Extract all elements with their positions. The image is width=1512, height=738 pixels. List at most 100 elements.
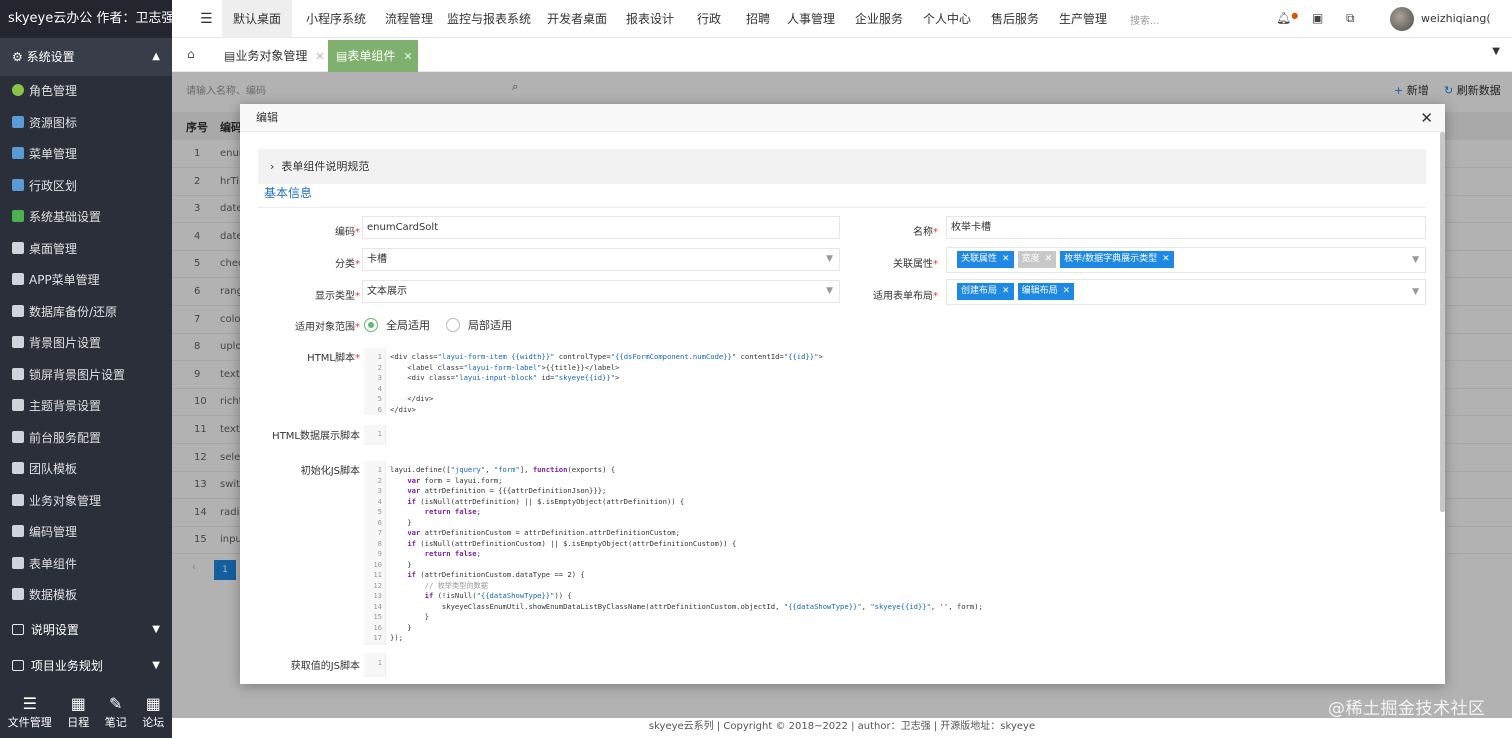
sidebar-item[interactable]: 系统基础设置 bbox=[0, 202, 172, 234]
sidebar-item[interactable]: 锁屏背景图片设置 bbox=[0, 360, 172, 392]
picture-icon[interactable]: ▣ bbox=[1312, 11, 1323, 25]
sidebar-item[interactable]: 资源图标 bbox=[0, 108, 172, 140]
close-icon[interactable]: ✕ bbox=[315, 50, 324, 63]
top-nav-item[interactable]: 人事管理 bbox=[780, 0, 842, 38]
related-attrs-multiselect[interactable]: 关联属性 ✕ 宽度 ✕ 枚举/数据字典展示类型 ✕ ▼ bbox=[946, 247, 1426, 273]
top-nav-item[interactable]: 行政 bbox=[688, 0, 730, 38]
lock-icon[interactable]: ⧉ bbox=[1346, 11, 1355, 26]
footer: skyeye云系列 | Copyright © 2018~2022 | auth… bbox=[172, 718, 1512, 738]
top-nav-item[interactable]: 企业服务 bbox=[848, 0, 910, 38]
menu-item-icon bbox=[12, 84, 24, 96]
layouts-multiselect[interactable]: 创建布局 ✕ 编辑布局 ✕ ▼ bbox=[946, 279, 1426, 305]
display-type-select[interactable]: 文本展示 ▼ bbox=[362, 280, 840, 303]
label-text: 分类 bbox=[335, 259, 355, 270]
top-nav-item[interactable]: 小程序系统 bbox=[296, 0, 376, 38]
forum-button[interactable]: ▦ 论坛 bbox=[142, 694, 164, 738]
sidebar-item[interactable]: 编码管理 bbox=[0, 517, 172, 549]
remove-chip-icon[interactable]: ✕ bbox=[1002, 254, 1010, 264]
sidebar-item[interactable]: 团队模板 bbox=[0, 454, 172, 486]
chevron-right-icon: › bbox=[270, 160, 275, 173]
watermark: @稀土掘金技术社区 bbox=[1328, 699, 1486, 719]
get-value-js-editor[interactable]: 1 bbox=[364, 653, 1426, 677]
line-number: 2 bbox=[377, 475, 382, 485]
top-nav-item[interactable]: 开发者桌面 bbox=[542, 0, 612, 38]
top-search-input[interactable]: 搜索... bbox=[1130, 12, 1160, 27]
code-line: <label class="layui-form-label">{{title}… bbox=[390, 362, 620, 372]
html-data-script-editor[interactable]: 1 bbox=[364, 425, 1426, 445]
top-nav-item[interactable]: 报表设计 bbox=[620, 0, 680, 38]
code-line: if (isNull(attrDefinition) || $.isEmptyO… bbox=[407, 496, 685, 506]
line-number: 16 bbox=[373, 622, 382, 632]
line-number: 1 bbox=[377, 352, 382, 361]
chip-label: 宽度 bbox=[1021, 254, 1040, 264]
collapse-title: 表单组件说明规范 bbox=[281, 160, 370, 173]
line-number: 1 bbox=[377, 465, 382, 474]
tab-business-object[interactable]: ▤业务对象管理 ✕ bbox=[216, 40, 328, 72]
sidebar-item[interactable]: 数据库备份/还原 bbox=[0, 297, 172, 329]
sidebar-item[interactable]: 前台服务配置 bbox=[0, 423, 172, 455]
notes-button[interactable]: ✎ 笔记 bbox=[105, 694, 127, 738]
menu-toggle-icon[interactable]: ☰ bbox=[200, 11, 213, 27]
collapse-panel-spec[interactable]: › 表单组件说明规范 bbox=[258, 149, 1426, 184]
scrollbar[interactable] bbox=[1440, 132, 1445, 512]
sidebar-item[interactable]: 行政区划 bbox=[0, 171, 172, 203]
top-nav-item[interactable]: 默认桌面 bbox=[222, 0, 292, 38]
top-nav-item[interactable]: 招聘 bbox=[734, 0, 782, 38]
label-display-type: 显示类型* bbox=[315, 291, 360, 302]
monitor-icon bbox=[12, 623, 24, 635]
sidebar-item-label: 锁屏背景图片设置 bbox=[29, 367, 126, 382]
close-icon[interactable]: ✕ bbox=[1420, 109, 1433, 127]
tab-label: 表单组件 bbox=[347, 49, 396, 63]
sidebar-item[interactable]: APP菜单管理 bbox=[0, 265, 172, 297]
top-nav-item[interactable]: 售后服务 bbox=[984, 0, 1046, 38]
file-manager-button[interactable]: ☰ 文件管理 bbox=[8, 694, 52, 738]
line-number: 2 bbox=[377, 362, 382, 372]
remove-chip-icon[interactable]: ✕ bbox=[1063, 286, 1071, 296]
label-related-attrs: 关联属性* bbox=[893, 259, 938, 270]
edit-dialog: 编辑 ✕ › 表单组件说明规范 基本信息 编码* enumCardSolt 名称… bbox=[240, 104, 1445, 684]
sidebar-item[interactable]: 数据模板 bbox=[0, 580, 172, 612]
sidebar-item[interactable]: 桌面管理 bbox=[0, 234, 172, 266]
sidebar-group-explain-settings[interactable]: 说明设置 ▼ bbox=[0, 612, 172, 648]
sidebar-group-project-planning[interactable]: 项目业务规划 ▼ bbox=[0, 648, 172, 684]
top-nav-item[interactable]: 监控与报表系统 bbox=[442, 0, 536, 38]
tab-more-icon[interactable]: ▼ bbox=[1492, 46, 1500, 57]
remove-chip-icon[interactable]: ✕ bbox=[1002, 286, 1010, 296]
line-number: 4 bbox=[377, 496, 382, 506]
html-script-editor[interactable]: 1 2 3 4 5 6 <div class="layui-form-item {{widt… bbox=[364, 348, 1426, 415]
init-js-editor[interactable]: 1 2 3 4 5 6 7 8 9 10 11 12 13 14 15 16 17 layui.define(["… bbox=[364, 461, 1426, 645]
sidebar-item[interactable]: 角色管理 bbox=[0, 76, 172, 108]
brand-title: skyeye云办公 作者：卫志强 bbox=[0, 0, 172, 38]
sidebar-item[interactable]: 表单组件 bbox=[0, 549, 172, 581]
bell-icon[interactable]: 🔔︎● bbox=[1276, 11, 1298, 25]
remove-chip-icon[interactable]: ✕ bbox=[1045, 254, 1053, 264]
menu-item-icon bbox=[12, 304, 24, 317]
tab-form-component[interactable]: ▤表单组件 ✕ bbox=[328, 40, 418, 72]
sidebar-item[interactable]: 菜单管理 bbox=[0, 139, 172, 171]
scope-radio-global[interactable]: 全局适用 bbox=[364, 317, 430, 333]
sidebar-item-label: 前台服务配置 bbox=[29, 430, 102, 445]
sidebar-item[interactable]: 业务对象管理 bbox=[0, 486, 172, 518]
label-code: 编码* bbox=[335, 227, 360, 238]
top-nav-item[interactable]: 生产管理 bbox=[1052, 0, 1114, 38]
name-input[interactable]: 枚举卡槽 bbox=[946, 216, 1426, 239]
menu-item-icon bbox=[12, 462, 24, 474]
category-select[interactable]: 卡槽 ▼ bbox=[362, 248, 840, 271]
sidebar-item[interactable]: 主题背景设置 bbox=[0, 391, 172, 423]
sidebar-item[interactable]: 背景图片设置 bbox=[0, 328, 172, 360]
home-icon[interactable]: ⌂ bbox=[187, 47, 195, 61]
sidebar-group-system-settings[interactable]: ⚙ 系统设置 ▲ bbox=[0, 38, 172, 76]
code-lines: <div class="layui-form-item {{width}}" c… bbox=[390, 352, 823, 415]
top-nav-item[interactable]: 流程管理 bbox=[374, 0, 444, 38]
close-icon[interactable]: ✕ bbox=[403, 50, 412, 63]
line-number: 13 bbox=[373, 591, 382, 600]
remove-chip-icon[interactable]: ✕ bbox=[1162, 254, 1170, 264]
username[interactable]: weizhiqiang( bbox=[1421, 12, 1491, 25]
code-input[interactable]: enumCardSolt bbox=[362, 216, 840, 239]
top-nav-item[interactable]: 个人中心 bbox=[916, 0, 978, 38]
calendar-button[interactable]: ▦ 日程 bbox=[67, 694, 89, 738]
button-label: 笔记 bbox=[104, 716, 127, 729]
menu-item-icon bbox=[12, 210, 24, 222]
avatar[interactable] bbox=[1390, 7, 1414, 31]
scope-radio-local[interactable]: 局部适用 bbox=[446, 317, 512, 333]
